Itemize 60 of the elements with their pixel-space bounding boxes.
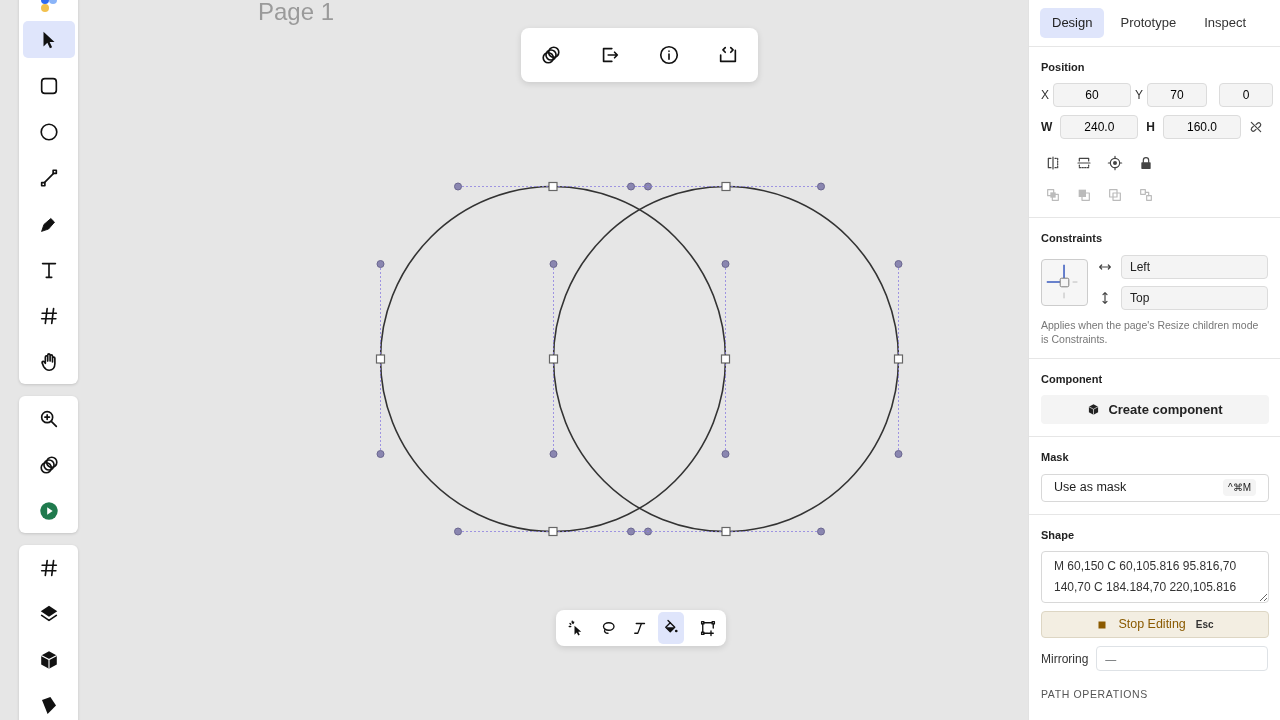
path-edit-drawing[interactable] bbox=[548, 181, 904, 537]
transform-icon bbox=[699, 619, 717, 637]
logo-icon bbox=[40, 0, 57, 12]
info-icon bbox=[658, 44, 680, 66]
section-title: PATH OPERATIONS bbox=[1041, 687, 1149, 702]
lock-button[interactable] bbox=[1138, 155, 1154, 171]
constraint-select[interactable]: Top bbox=[1121, 285, 1268, 310]
create-component-button[interactable]: Create component bbox=[1041, 395, 1269, 424]
use-as-mask-button[interactable]: Use as mask ^⌘M bbox=[1041, 473, 1269, 502]
unlink-icon bbox=[1248, 119, 1264, 135]
panel-tab[interactable]: Inspect bbox=[1192, 8, 1259, 38]
mirroring-field[interactable]: — bbox=[1096, 646, 1268, 671]
target-icon bbox=[1107, 155, 1123, 171]
panel-tab[interactable]: Prototype bbox=[1108, 8, 1189, 38]
section-title: Position bbox=[1041, 59, 1086, 75]
button-label: Use as mask bbox=[1054, 479, 1127, 497]
flip-horizontal-button[interactable] bbox=[1045, 155, 1061, 171]
field-label: Y bbox=[1135, 87, 1144, 104]
constraint-widget[interactable] bbox=[1041, 258, 1088, 306]
number-field[interactable]: 160.0 bbox=[1163, 115, 1241, 139]
field-label: Mirroring bbox=[1041, 650, 1089, 668]
exclude-icon bbox=[1138, 187, 1154, 203]
number-field[interactable]: 60 bbox=[1053, 83, 1131, 107]
stop-editing-button[interactable]: Stop Editing Esc bbox=[1041, 611, 1269, 638]
ellipse-icon bbox=[37, 120, 60, 143]
section-title: Mask bbox=[1041, 450, 1070, 465]
button-label: Stop Editing bbox=[1118, 616, 1186, 634]
path-edit-drawing[interactable] bbox=[375, 181, 731, 537]
flip-horizontal-icon bbox=[1045, 155, 1061, 171]
section-title: Shape bbox=[1041, 527, 1075, 543]
cursor-tool[interactable] bbox=[22, 21, 75, 58]
shape-icon bbox=[41, 697, 56, 714]
field-label: H bbox=[1146, 119, 1155, 136]
cube-icon bbox=[1087, 403, 1101, 416]
target-button[interactable] bbox=[1107, 155, 1123, 171]
intersect-icon bbox=[1107, 187, 1123, 203]
help-text: Applies when the page's Resize children mode is Constraints. bbox=[1041, 317, 1260, 346]
button-label: Create component bbox=[1108, 400, 1223, 419]
number-field[interactable]: 70 bbox=[1147, 83, 1208, 107]
lock-icon bbox=[1138, 155, 1154, 171]
section-title: Constraints bbox=[1041, 231, 1104, 246]
overlapping-rings-icon bbox=[540, 44, 562, 66]
field-label: X bbox=[1041, 87, 1049, 104]
union-icon bbox=[1045, 187, 1061, 203]
constraint-select[interactable]: Left bbox=[1121, 254, 1268, 279]
path-data-field[interactable]: M 60,150 C 60,105.816 95.816,70 140,70 C 184.184,70 220,105.816 bbox=[1041, 551, 1269, 603]
play-icon bbox=[37, 499, 60, 522]
section-title: Component bbox=[1041, 371, 1104, 387]
subtract-icon bbox=[1076, 187, 1092, 203]
shortcut-hint: Esc bbox=[1195, 618, 1214, 632]
flip-vertical-button[interactable] bbox=[1076, 155, 1092, 171]
number-field[interactable]: 0 bbox=[1219, 83, 1274, 107]
field-label: W bbox=[1041, 119, 1053, 136]
panel-tab[interactable]: Design bbox=[1040, 8, 1105, 38]
number-field[interactable]: 240.0 bbox=[1060, 115, 1139, 139]
page-title: Page 1 bbox=[258, 0, 335, 27]
shortcut-hint: ^⌘M bbox=[1222, 479, 1256, 496]
flip-vertical-icon bbox=[1076, 155, 1092, 171]
overlapping-rings-icon bbox=[37, 453, 60, 476]
paint-bucket-tool[interactable] bbox=[658, 612, 684, 644]
